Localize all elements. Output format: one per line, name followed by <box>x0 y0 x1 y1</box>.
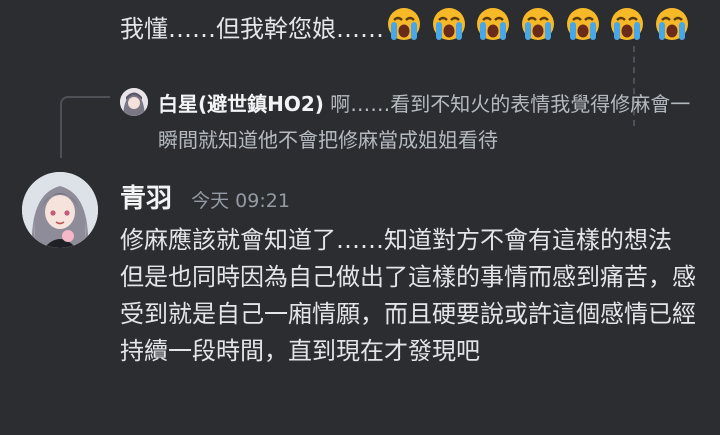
message-timestamp[interactable]: 今天 09:21 <box>191 190 290 212</box>
reply-preview[interactable]: 白星(避世鎮HO2) 啊……看到不知火的表情我覺得修麻會一瞬間就知道他不會把修麻… <box>158 86 698 158</box>
loudly-crying-face-icon[interactable] <box>609 6 645 54</box>
previous-message: 我懂……但我幹您娘…… <box>120 6 691 54</box>
loudly-crying-face-icon[interactable] <box>565 6 601 54</box>
author-avatar[interactable] <box>22 172 98 248</box>
loudly-crying-face-icon[interactable] <box>520 6 556 54</box>
reply-spine <box>60 96 110 158</box>
previous-message-text: 我懂……但我幹您娘…… <box>120 15 384 43</box>
loudly-crying-face-icon[interactable] <box>386 6 422 54</box>
loudly-crying-face-icon[interactable] <box>654 6 690 54</box>
message-paragraph: 修麻應該就會知道了……知道對方不會有這樣的想法 <box>120 226 672 254</box>
loudly-crying-face-icon[interactable] <box>431 6 467 54</box>
message-content: 修麻應該就會知道了……知道對方不會有這樣的想法 但是也同時因為自己做出了這樣的事… <box>120 222 700 370</box>
emoji-row <box>386 6 691 54</box>
reply-author-name[interactable]: 白星(避世鎮HO2) <box>158 92 324 116</box>
loudly-crying-face-icon[interactable] <box>475 6 511 54</box>
author-name[interactable]: 青羽 <box>120 184 172 214</box>
reply-author-avatar[interactable] <box>120 88 148 116</box>
message-paragraph: 但是也同時因為自己做出了這樣的事情而感到痛苦，感受到就是自己一廂情願，而且硬要說… <box>120 263 696 365</box>
message-header: 青羽 今天 09:21 <box>120 178 290 215</box>
